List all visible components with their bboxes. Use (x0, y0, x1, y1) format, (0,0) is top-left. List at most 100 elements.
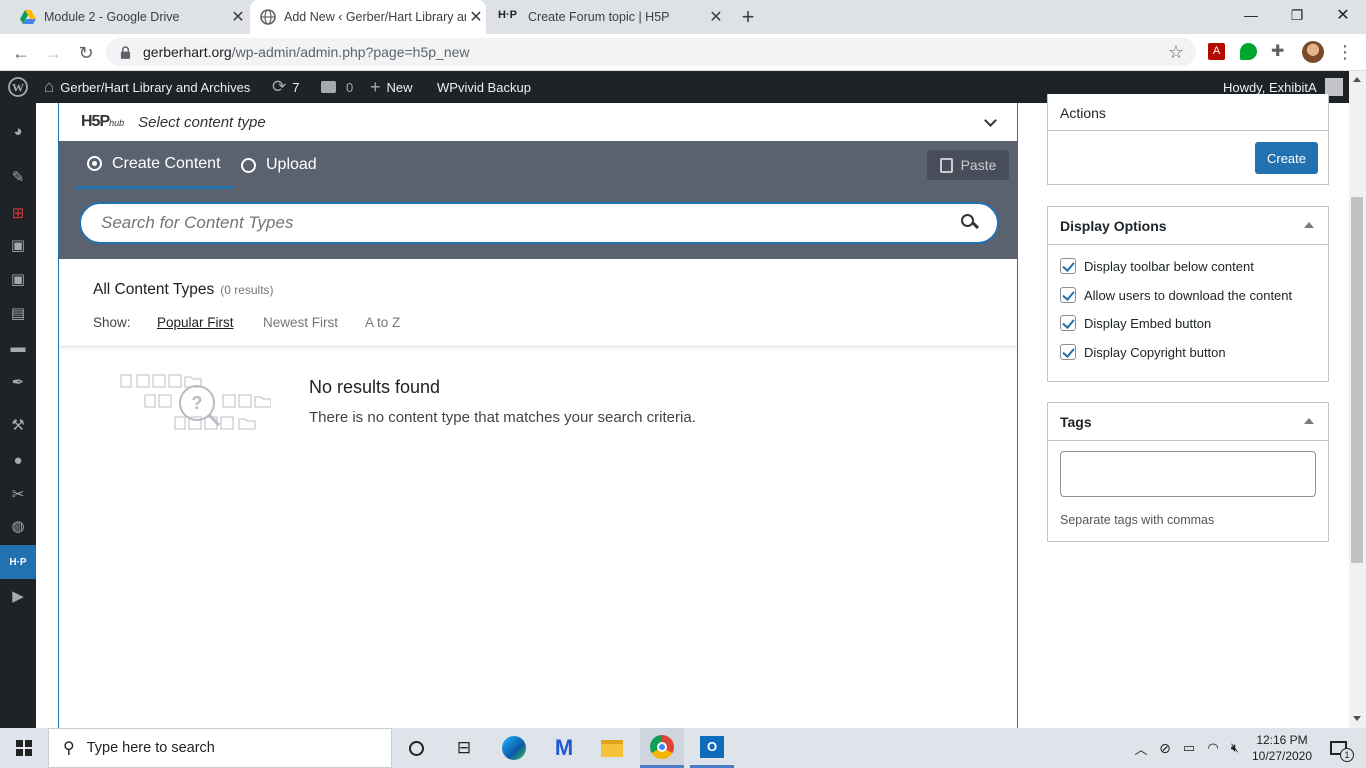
radio-selected-icon (87, 156, 102, 171)
structure-icon[interactable]: ⊞ (0, 196, 36, 230)
option-allow-download[interactable]: Allow users to download the content (1060, 287, 1292, 303)
new-content-link[interactable]: + New (370, 71, 413, 103)
updates-link[interactable]: ⟳ 7 (272, 71, 299, 103)
close-tab-icon[interactable]: ✕ (228, 7, 248, 27)
close-tab-icon[interactable]: ✕ (706, 7, 726, 27)
sort-a-to-z[interactable]: A to Z (365, 315, 400, 330)
restore-icon[interactable]: ❐ (1274, 0, 1320, 30)
notification-center-icon[interactable]: 1 (1318, 728, 1358, 768)
taskbar-search-box[interactable]: ⚲ Type here to search (48, 728, 392, 768)
chevron-down-icon[interactable] (984, 113, 997, 127)
option-display-toolbar[interactable]: Display toolbar below content (1060, 258, 1254, 274)
option-display-embed[interactable]: Display Embed button (1060, 315, 1211, 331)
scroll-down-icon[interactable] (1353, 716, 1361, 721)
checkbox-checked-icon[interactable] (1060, 287, 1076, 303)
edge-icon[interactable] (494, 728, 534, 768)
actions-title: Actions (1048, 94, 1328, 131)
extensions-puzzle-icon[interactable]: ✚ (1271, 41, 1284, 61)
volume-muted-icon[interactable]: 🔇︎ (1224, 728, 1246, 768)
wp-admin-menu: ◕ ✎ ⊞ ▣ ▣ ▤ ▬ ✒ ⚒ ● ✂ ◍ H·P ▶ (0, 103, 36, 728)
users-icon[interactable]: ● (0, 443, 36, 477)
collapse-arrow-icon[interactable] (1304, 222, 1314, 228)
create-button[interactable]: Create (1255, 142, 1318, 174)
reload-icon[interactable]: ↻ (73, 40, 99, 66)
forward-arrow-icon[interactable]: → (40, 40, 66, 66)
chrome-menu-icon[interactable]: ⋮ (1336, 40, 1354, 64)
scroll-up-icon[interactable] (1353, 77, 1361, 82)
option-display-copyright[interactable]: Display Copyright button (1060, 344, 1226, 360)
sort-popular-first[interactable]: Popular First (157, 315, 263, 330)
collapse-arrow-icon[interactable] (1304, 418, 1314, 424)
h5p-menu-icon[interactable]: H·P (0, 545, 36, 579)
file-explorer-icon[interactable] (592, 728, 632, 768)
profile-avatar[interactable] (1302, 41, 1324, 63)
paste-button[interactable]: Paste (927, 150, 1009, 180)
checkbox-checked-icon[interactable] (1060, 258, 1076, 274)
window-close-icon[interactable]: ✕ (1320, 0, 1366, 30)
url-domain: gerberhart.org (143, 44, 232, 60)
media-icon[interactable]: ▣ (0, 228, 36, 262)
tools-icon[interactable]: ✂ (0, 477, 36, 511)
close-tab-icon[interactable]: ✕ (466, 7, 486, 27)
tags-header[interactable]: Tags (1048, 403, 1328, 441)
wpvivid-backup-link[interactable]: WPvivid Backup (437, 71, 531, 103)
hub-tabs: Create Content Upload Paste (59, 141, 1017, 189)
outlook-icon[interactable]: O (690, 728, 734, 768)
dashboard-icon[interactable]: ◕ (0, 114, 36, 148)
media-library-icon[interactable]: ▣ (0, 262, 36, 296)
task-view-icon[interactable]: ⊟ (444, 728, 484, 768)
taskbar-search-placeholder: Type here to search (86, 740, 215, 756)
battery-icon[interactable]: ▭ (1178, 728, 1200, 768)
wordpress-logo-icon[interactable]: W (6, 71, 30, 103)
play-icon[interactable]: ▶ (0, 579, 36, 613)
comments-link[interactable]: 0 (321, 71, 353, 103)
malwarebytes-icon[interactable]: M (544, 728, 584, 768)
search-input[interactable] (101, 213, 951, 233)
display-options-header[interactable]: Display Options (1048, 207, 1328, 245)
tab-title: Module 2 - Google Drive (44, 10, 180, 24)
wifi-icon[interactable]: ◠ (1202, 728, 1224, 768)
cortana-icon[interactable] (396, 728, 436, 768)
url-path: /wp-admin/admin.php?page=h5p_new (231, 44, 470, 60)
browser-tab-add-new[interactable]: Add New ‹ Gerber/Hart Library an ✕ (250, 0, 486, 34)
address-bar[interactable]: gerberhart.org/wp-admin/admin.php?page=h… (106, 38, 1196, 66)
pin-icon[interactable]: ✎ (0, 160, 36, 194)
paste-label: Paste (960, 157, 997, 173)
minimize-icon[interactable]: — (1228, 0, 1274, 30)
actions-box: Actions Create (1047, 94, 1329, 185)
clock[interactable]: 12:16 PM 10/27/2020 (1248, 728, 1316, 768)
site-name-link[interactable]: ⌂ Gerber/Hart Library and Archives (44, 71, 250, 103)
new-tab-button[interactable]: + (736, 4, 760, 30)
windows-start-icon[interactable] (0, 728, 48, 768)
comments-icon[interactable]: ▬ (0, 330, 36, 364)
browser-tab-google-drive[interactable]: Module 2 - Google Drive ✕ (12, 0, 248, 34)
acrobat-extension-icon[interactable]: A (1208, 43, 1225, 60)
evernote-extension-icon[interactable] (1240, 43, 1257, 60)
h5p-hub: H5Phub Select content type Create Conten… (58, 103, 1018, 728)
chrome-taskbar-icon[interactable] (640, 728, 684, 768)
scrollbar-thumb[interactable] (1351, 197, 1363, 563)
comments-count: 0 (346, 79, 354, 95)
bookmark-star-icon[interactable]: ☆ (1168, 42, 1184, 63)
new-label: New (386, 79, 413, 95)
analytics-icon[interactable]: ◍ (0, 509, 36, 543)
tags-input[interactable] (1060, 451, 1316, 497)
browser-tab-h5p-forum[interactable]: H·P Create Forum topic | H5P ✕ (490, 0, 726, 34)
tray-chevron-up-icon[interactable]: ︿ (1132, 728, 1150, 768)
pages-icon[interactable]: ▤ (0, 296, 36, 330)
page-scrollbar[interactable] (1349, 71, 1366, 728)
sort-newest-first[interactable]: Newest First (263, 315, 365, 330)
tray-status-icon[interactable]: ⊘ (1154, 728, 1176, 768)
tab-create-content[interactable]: Create Content (75, 141, 233, 189)
tab-upload[interactable]: Upload (241, 141, 317, 189)
plugins-icon[interactable]: ⚒ (0, 408, 36, 442)
feather-icon[interactable]: ✒ (0, 365, 36, 399)
globe-icon (260, 9, 276, 25)
select-content-type-label: Select content type (138, 113, 266, 131)
checkbox-checked-icon[interactable] (1060, 315, 1076, 331)
windows-taskbar: ⚲ Type here to search ⊟ M O ︿ ⊘ ▭ ◠ 🔇︎ 1… (0, 728, 1366, 768)
search-icon[interactable] (961, 214, 980, 232)
hub-header[interactable]: H5Phub Select content type (59, 103, 1017, 141)
checkbox-checked-icon[interactable] (1060, 344, 1076, 360)
back-arrow-icon[interactable]: ← (8, 40, 34, 66)
